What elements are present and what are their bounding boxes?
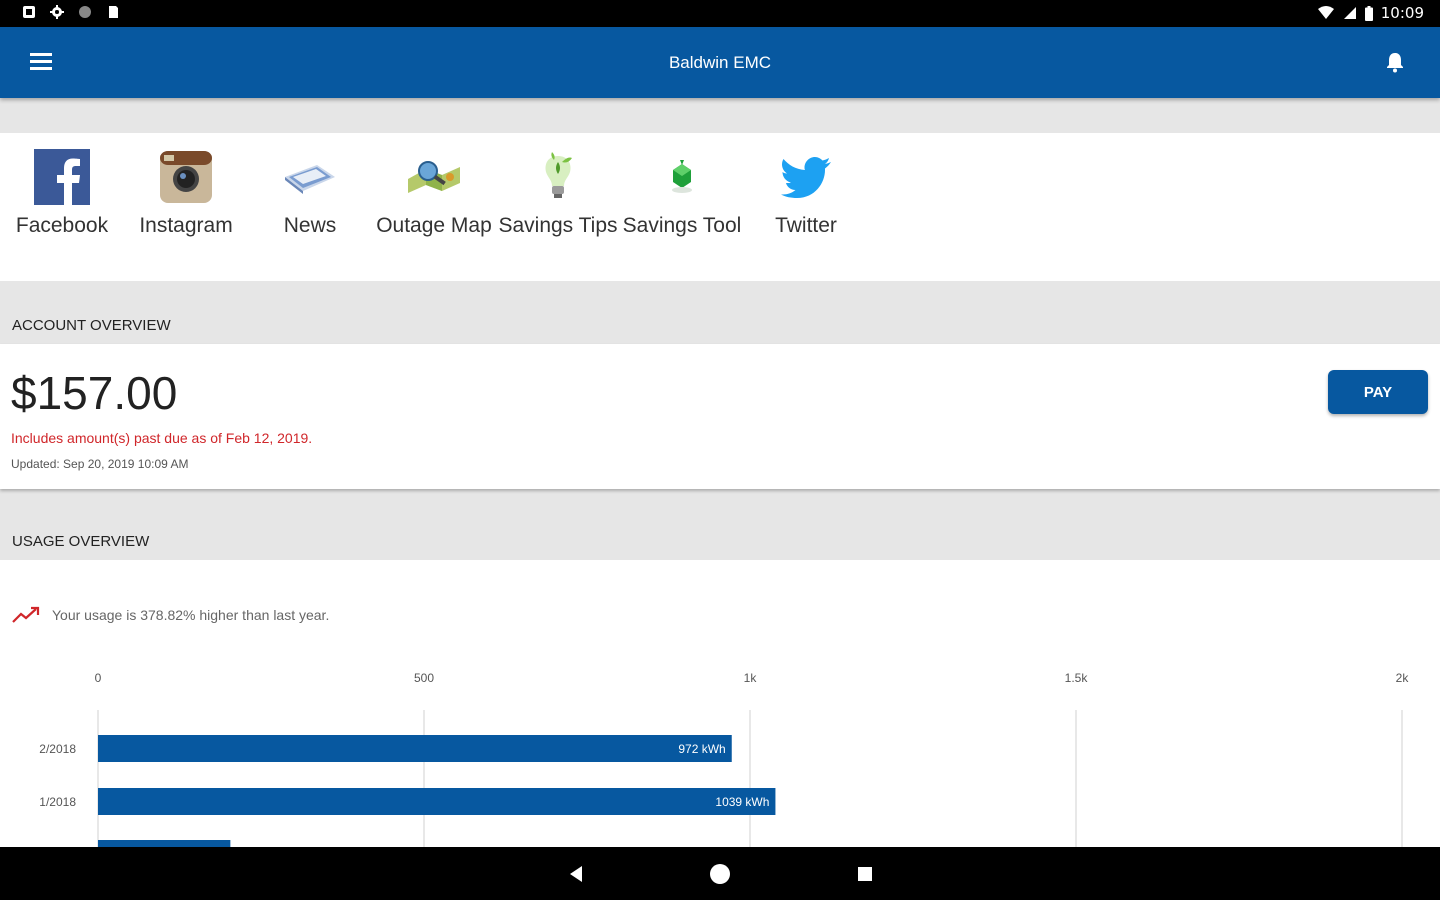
instagram-icon [156, 147, 216, 207]
quick-link-label: Twitter [775, 214, 837, 237]
battery-icon [1364, 5, 1373, 21]
chart-x-tick-label: 1.5k [1065, 671, 1089, 685]
quick-link-label: Outage Map [376, 214, 492, 237]
chart-x-tick-label: 500 [414, 671, 434, 685]
facebook-icon [32, 147, 92, 207]
quick-link-label: Savings Tips [498, 214, 618, 237]
usage-overview-card: Your usage is 378.82% higher than last y… [0, 560, 1440, 847]
usage-bar-chart: 0 500 1k 1.5k 2k 2/2018 972 kWh 1/2018 1039 kWh [39, 671, 1410, 847]
pay-button[interactable]: PAY [1328, 370, 1428, 414]
notification-icon [23, 6, 35, 18]
app-title: Baldwin EMC [668, 53, 772, 72]
status-bar: 10:09 [0, 0, 1440, 27]
recents-icon[interactable] [857, 866, 873, 882]
chart-category-label: 2/2018 [39, 742, 76, 756]
chart-bar [98, 840, 231, 847]
home-icon[interactable] [708, 862, 732, 886]
usage-overview-header: USAGE OVERVIEW [12, 533, 150, 550]
signal-icon [1343, 7, 1356, 19]
account-overview-card: $157.00 Includes amount(s) past due as o… [0, 344, 1440, 489]
chart-bar [98, 788, 776, 815]
quick-link-savings-tips[interactable]: Savings Tips [496, 147, 620, 239]
app-bar: Baldwin EMC [0, 27, 1440, 98]
twitter-icon [776, 147, 836, 207]
lightbulb-icon [528, 147, 588, 207]
quick-link-label: Instagram [139, 214, 233, 237]
back-icon[interactable] [568, 865, 584, 883]
wifi-icon [1317, 6, 1334, 19]
savings-tool-icon [652, 147, 712, 207]
chart-value-label: 972 kWh [678, 742, 725, 756]
sim-icon [109, 6, 118, 18]
status-bar-left [22, 5, 120, 19]
status-bar-right: 10:09 [1317, 4, 1424, 22]
quick-link-savings-tool[interactable]: Savings Tool [620, 147, 744, 239]
quick-links-row: Facebook Instagram News Outage Map Savin… [0, 133, 1440, 281]
updated-timestamp: Updated: Sep 20, 2019 10:09 AM [11, 457, 189, 471]
past-due-note: Includes amount(s) past due as of Feb 12… [11, 430, 313, 446]
quick-link-label: Facebook [15, 214, 109, 237]
chart-x-tick-label: 1k [744, 671, 758, 685]
chart-value-label: 1039 kWh [715, 795, 769, 809]
chart-category-label: 1/2018 [39, 795, 76, 809]
quick-link-news[interactable]: News [248, 147, 372, 239]
status-time: 10:09 [1380, 4, 1424, 22]
settings-icon [50, 5, 64, 19]
chart-x-tick-label: 0 [95, 671, 102, 685]
quick-link-facebook[interactable]: Facebook [0, 147, 124, 239]
chart-bar [98, 735, 732, 762]
quick-link-label: Savings Tool [622, 214, 742, 237]
quick-link-twitter[interactable]: Twitter [744, 147, 868, 239]
outage-map-icon [404, 147, 464, 207]
quick-link-outage-map[interactable]: Outage Map [372, 147, 496, 239]
quick-link-instagram[interactable]: Instagram [124, 147, 248, 239]
account-overview-header: ACCOUNT OVERVIEW [12, 317, 171, 334]
circle-icon [79, 6, 91, 18]
navigation-bar [0, 847, 1440, 900]
account-balance: $157.00 [11, 367, 178, 419]
news-icon [280, 147, 340, 207]
quick-link-label: News [283, 214, 337, 237]
chart-x-tick-label: 2k [1396, 671, 1410, 685]
bell-icon[interactable] [1386, 51, 1404, 73]
